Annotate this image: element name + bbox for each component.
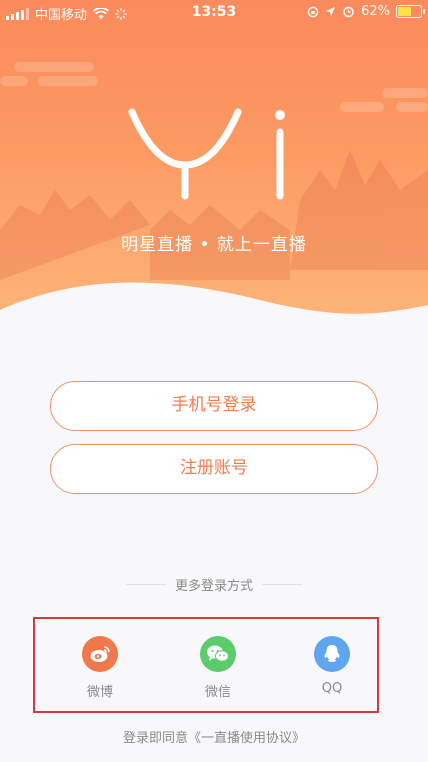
- qq-label: QQ: [321, 681, 343, 696]
- wechat-login-button[interactable]: 微信: [178, 636, 258, 700]
- status-bar: 中国移动 13:53 62%: [0, 0, 428, 26]
- more-login-title: 更多登录方式: [174, 579, 253, 594]
- qq-icon: [314, 636, 350, 672]
- battery-icon: [396, 5, 425, 18]
- weibo-icon: [82, 636, 118, 672]
- phone-login-button[interactable]: 手机号登录: [50, 381, 378, 431]
- alarm-icon: [343, 6, 354, 18]
- weibo-label: 微博: [86, 685, 113, 700]
- user-agreement-link[interactable]: 登录即同意《一直播使用协议》: [0, 727, 428, 746]
- weibo-login-button[interactable]: 微博: [60, 636, 140, 700]
- wechat-label: 微信: [204, 685, 231, 700]
- battery-percent: 62%: [361, 4, 390, 19]
- divider-right: [262, 584, 302, 585]
- qq-login-button[interactable]: QQ: [292, 636, 372, 696]
- slogan: 明星直播 • 就上一直播: [121, 235, 307, 255]
- register-button[interactable]: 注册账号: [50, 444, 378, 494]
- wechat-icon: [200, 636, 236, 672]
- hero-wave: [0, 282, 428, 330]
- social-login-group: 微博 微信 QQ: [33, 617, 379, 713]
- yi-logo: [128, 108, 285, 200]
- rotation-lock-icon: [307, 6, 319, 17]
- location-icon: [326, 7, 336, 16]
